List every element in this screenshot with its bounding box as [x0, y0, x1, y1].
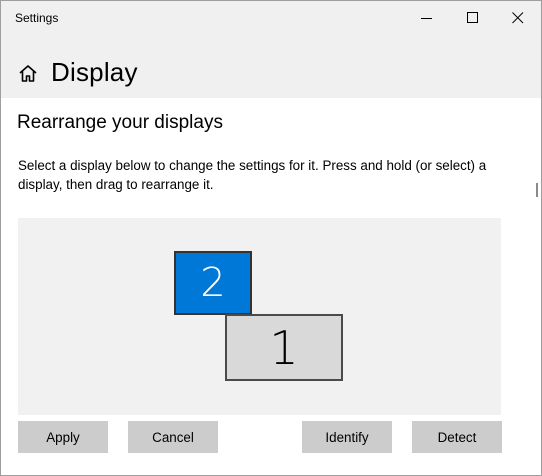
display-1-tile[interactable]: 1 [225, 314, 343, 381]
maximize-icon [467, 12, 478, 23]
close-icon [512, 12, 524, 24]
apply-button[interactable]: Apply [18, 421, 108, 453]
cancel-button[interactable]: Cancel [128, 421, 218, 453]
title-bar[interactable]: Settings [1, 1, 541, 35]
page-header: Display [1, 35, 541, 98]
window-title: Settings [15, 11, 59, 25]
content-area: Rearrange your displays Select a display… [1, 98, 541, 475]
detect-button[interactable]: Detect [412, 421, 502, 453]
close-button[interactable] [495, 1, 541, 35]
scrollbar[interactable] [536, 183, 538, 197]
section-heading: Rearrange your displays [17, 112, 223, 133]
minimize-icon [421, 18, 432, 19]
settings-window: Settings Display Rearrange your displays [0, 0, 542, 476]
maximize-button[interactable] [450, 1, 496, 35]
home-icon[interactable] [17, 63, 39, 85]
identify-button[interactable]: Identify [302, 421, 392, 453]
display-arrangement-area[interactable]: 2 1 [18, 218, 501, 415]
display-2-tile[interactable]: 2 [174, 251, 252, 315]
section-description: Select a display below to change the set… [18, 158, 487, 192]
minimize-button[interactable] [404, 1, 450, 35]
page-title: Display [51, 57, 138, 87]
